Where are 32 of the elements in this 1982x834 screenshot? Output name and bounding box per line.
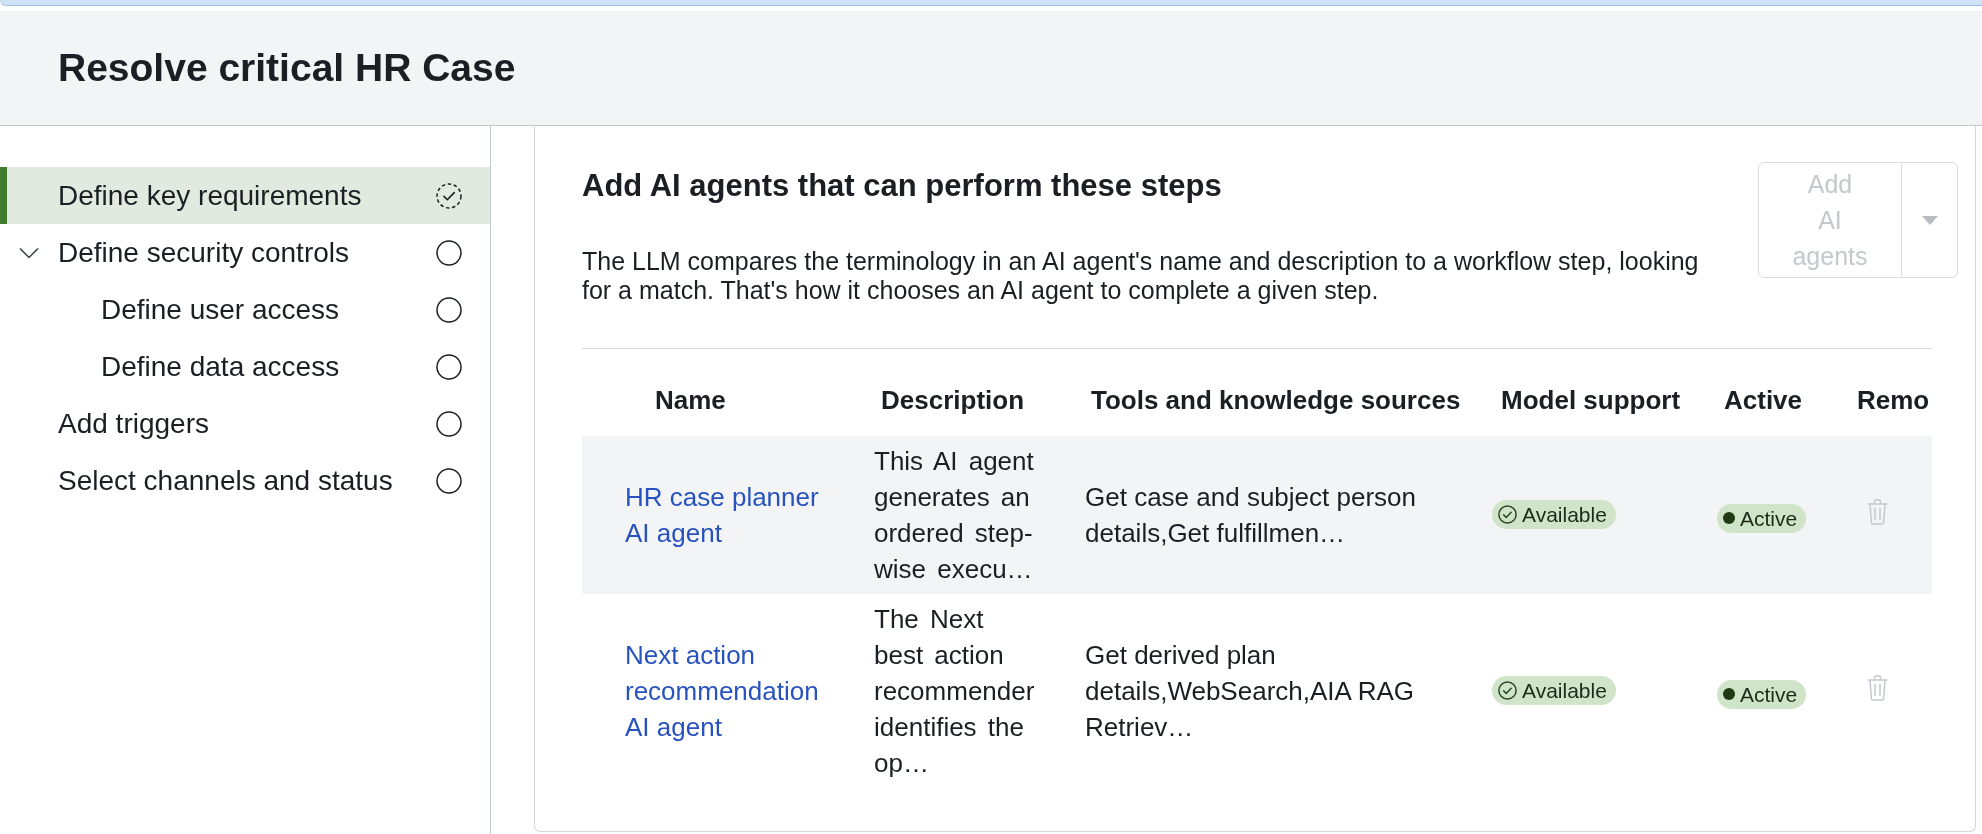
trash-icon xyxy=(1867,675,1888,701)
step-item[interactable]: Define key requirements xyxy=(0,167,490,224)
agent-link[interactable]: HR case planner AI agent xyxy=(625,479,839,551)
column-header: Name xyxy=(654,385,727,416)
check-circle-icon xyxy=(1498,505,1517,524)
column-header: Model support xyxy=(1500,385,1682,416)
step-item[interactable]: Add triggers xyxy=(0,395,490,452)
table-cell-text: This AI agent generates an ordered step-wise execu… xyxy=(873,445,1035,586)
column-header: Remo xyxy=(1856,385,1931,416)
trash-icon xyxy=(1867,499,1888,525)
step-item[interactable]: Define data access xyxy=(0,338,490,395)
column-header: Description xyxy=(880,385,1026,416)
badge-label: Active xyxy=(1740,683,1798,705)
table-cell-text: Get case and subject person details,Get fulfillmen… xyxy=(1084,481,1417,550)
step-item[interactable]: Define user access xyxy=(0,281,490,338)
step-item[interactable]: Select channels and status xyxy=(0,452,490,509)
badge-label: Active xyxy=(1740,507,1798,529)
badge-label: Available xyxy=(1522,680,1607,701)
agent-link[interactable]: Next action recommendation AI agent xyxy=(625,637,839,745)
caret-icon xyxy=(1921,215,1938,225)
section-description: The LLM compares the terminology in an AI agent's name and description to a workflow step, looking for a match. That's how it chooses an AI agent to complete a given step. xyxy=(582,247,1700,305)
status-dot-icon xyxy=(1723,512,1735,524)
column-header: Tools and knowledge sources xyxy=(1090,385,1462,416)
table-cell-text: Get derived plan details,WebSearch,AIA RAG Retriev… xyxy=(1084,639,1415,744)
badge-label: Available xyxy=(1522,504,1607,525)
section-heading: Add AI agents that can perform these steps xyxy=(582,168,1223,204)
check-circle-icon xyxy=(1498,681,1517,700)
column-header: Active xyxy=(1723,385,1804,416)
status-dot-icon xyxy=(1723,688,1735,700)
step-item[interactable]: Define security controls xyxy=(0,224,490,281)
table-cell-text: The Next best action recommender identifies the op… xyxy=(873,603,1036,780)
page-title: Resolve critical HR Case xyxy=(58,46,516,90)
